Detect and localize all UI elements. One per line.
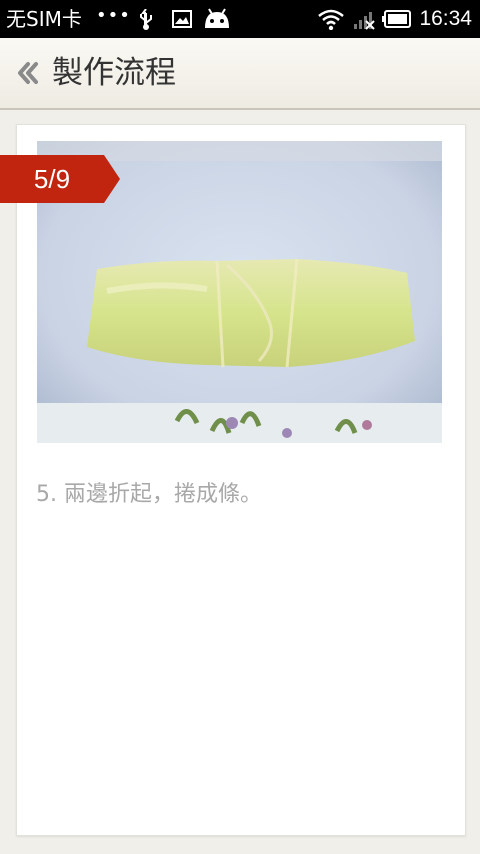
android-icon xyxy=(205,8,229,28)
clock: 16:34 xyxy=(419,7,472,30)
no-signal-icon xyxy=(354,12,375,30)
usb-icon xyxy=(140,9,152,30)
status-bar: 无SIM卡 ••• 16:34 xyxy=(0,0,480,38)
step-counter: 5/9 xyxy=(33,164,71,194)
wifi-icon xyxy=(318,9,344,30)
battery-icon xyxy=(382,10,411,28)
header-bar: 製作流程 xyxy=(0,38,480,110)
page-title: 製作流程 xyxy=(52,55,176,91)
step-description: 5. 兩邊折起，捲成條。 xyxy=(36,482,262,507)
carrier-label: 无SIM卡 xyxy=(6,7,82,31)
image-notification-icon xyxy=(172,10,192,28)
chevron-left-icon[interactable] xyxy=(14,58,40,88)
notification-dots: ••• xyxy=(96,5,131,26)
